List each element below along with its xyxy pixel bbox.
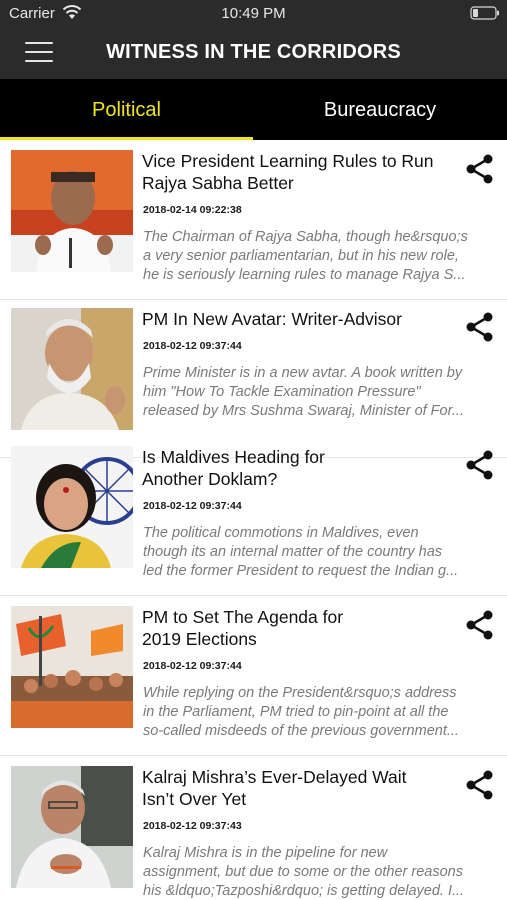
article-title-line: Rajya Sabha Better [142, 173, 294, 193]
article-excerpt: Prime Minister is in a new avtar. A book… [143, 364, 497, 421]
status-bar: Carrier 10:49 PM [0, 0, 507, 28]
article-title[interactable]: Vice President Learning Rules to Run Raj… [142, 150, 460, 194]
article-title[interactable]: PM to Set The Agenda for 2019 Elections [142, 606, 460, 650]
excerpt-line: The political commotions in Maldives, ev… [143, 525, 419, 541]
tab-bar: Political Bureaucracy [0, 79, 507, 140]
excerpt-line: he is seriously learning rules to manage… [143, 267, 466, 283]
article-thumbnail [11, 446, 133, 568]
article-thumbnail [11, 150, 133, 272]
article-date: 2018-02-12 09:37:44 [143, 660, 242, 672]
article-title-line: Vice President Learning Rules to Run [142, 151, 434, 171]
article-item[interactable]: PM to Set The Agenda for 2019 Elections … [0, 596, 507, 756]
article-thumbnail [11, 308, 133, 430]
article-item[interactable]: Kalraj Mishra’s Ever-Delayed Wait Isn’t … [0, 756, 507, 900]
article-title[interactable]: Is Maldives Heading for Another Doklam? [142, 446, 460, 490]
article-item[interactable]: Vice President Learning Rules to Run Raj… [0, 140, 507, 300]
article-title-line: Another Doklam? [142, 469, 278, 489]
article-title-line: Kalraj Mishra’s Ever-Delayed Wait [142, 767, 407, 787]
article-title-line: 2019 Elections [142, 629, 257, 649]
tab-political[interactable]: Political [0, 79, 253, 140]
excerpt-line: Kalraj Mishra is in the pipeline for new [143, 845, 388, 861]
excerpt-line: led the former President to request the … [143, 563, 459, 579]
share-icon[interactable] [464, 609, 496, 641]
article-item[interactable]: Is Maldives Heading for Another Doklam? … [0, 436, 507, 596]
article-date: 2018-02-14 09:22:38 [143, 204, 242, 216]
article-excerpt: Kalraj Mishra is in the pipeline for new… [143, 844, 497, 900]
article-excerpt: The political commotions in Maldives, ev… [143, 524, 497, 581]
article-item[interactable]: PM In New Avatar: Writer-Advisor 2018-02… [0, 298, 507, 458]
article-title[interactable]: PM In New Avatar: Writer-Advisor [142, 308, 460, 330]
app-header: WITNESS IN THE CORRIDORS [0, 28, 507, 79]
article-date: 2018-02-12 09:37:43 [143, 820, 242, 832]
status-time: 10:49 PM [221, 5, 286, 22]
excerpt-line: The Chairman of Rajya Sabha, though he&r… [143, 229, 468, 245]
article-thumbnail [11, 606, 133, 728]
excerpt-line: Prime Minister is in a new avtar. A book… [143, 365, 463, 381]
share-icon[interactable] [464, 449, 496, 481]
excerpt-line: his &ldquo;Tazposhi&rdquo; is getting de… [143, 883, 465, 899]
excerpt-line: him "How To Tackle Examination Pressure" [143, 384, 421, 400]
article-title-line: Isn’t Over Yet [142, 789, 247, 809]
excerpt-line: a very senior parliamentarian, but in hi… [143, 248, 459, 264]
excerpt-line: in the Parliament, PM tried to pin-point… [143, 704, 449, 720]
article-title-line: PM In New Avatar: Writer-Advisor [142, 309, 402, 329]
article-title-line: PM to Set The Agenda for [142, 607, 344, 627]
article-excerpt: The Chairman of Rajya Sabha, though he&r… [143, 228, 497, 285]
article-list[interactable]: Vice President Learning Rules to Run Raj… [0, 140, 507, 900]
share-icon[interactable] [464, 311, 496, 343]
share-icon[interactable] [464, 769, 496, 801]
app-title: WITNESS IN THE CORRIDORS [106, 41, 401, 63]
article-title[interactable]: Kalraj Mishra’s Ever-Delayed Wait Isn’t … [142, 766, 460, 810]
article-thumbnail [11, 766, 133, 888]
article-title-line: Is Maldives Heading for [142, 447, 325, 467]
excerpt-line: so-called misdeeds of the previous gover… [143, 723, 459, 739]
excerpt-line: though its an internal matter of the cou… [143, 544, 443, 560]
article-date: 2018-02-12 09:37:44 [143, 340, 242, 352]
excerpt-line: While replying on the President&rsquo;s … [143, 685, 457, 701]
article-excerpt: While replying on the President&rsquo;s … [143, 684, 497, 741]
excerpt-line: released by Mrs Sushma Swaraj, Minister … [143, 403, 464, 419]
tab-bureaucracy[interactable]: Bureaucracy [253, 79, 507, 140]
battery-icon [470, 6, 499, 20]
share-icon[interactable] [464, 153, 496, 185]
article-date: 2018-02-12 09:37:44 [143, 500, 242, 512]
excerpt-line: assignment, but due to some or the other… [143, 864, 463, 880]
